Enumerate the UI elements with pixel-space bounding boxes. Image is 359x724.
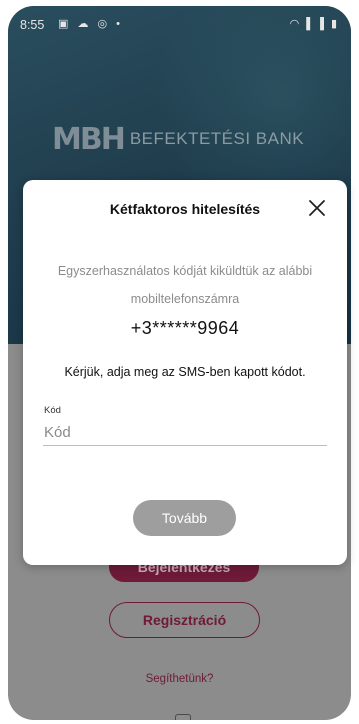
status-bar: 8:55 ▣ ☁ ◎ • ◠ ▌▐ ▮ (8, 6, 351, 40)
two-factor-dialog: Kétfaktoros hitelesítés Egyszerhasználat… (23, 180, 347, 565)
info-text-line-1: Egyszerhasználatos kódját kiküldtük az a… (57, 264, 313, 278)
help-link[interactable]: Segíthetünk? (8, 673, 351, 685)
close-icon (309, 200, 325, 216)
brand-mark: MBH (52, 121, 126, 157)
instruction-text: Kérjük, adja meg az SMS-ben kapott kódot… (64, 365, 306, 379)
code-field-label: Kód (44, 405, 61, 416)
signal-battery-icons: ◠ ▌▐ ▮ (289, 18, 339, 30)
next-button[interactable]: Tovább (133, 500, 236, 536)
close-button[interactable] (306, 197, 328, 219)
masked-phone-number: +3******9964 (130, 318, 240, 338)
brand-name: BEFEKTETÉSI BANK (129, 129, 305, 148)
chat-icon[interactable] (175, 714, 191, 720)
status-time: 8:55 (20, 18, 45, 32)
brand-logo: MBH BEFEKTETÉSI BANK (52, 121, 305, 157)
dialog-title: Kétfaktoros hitelesítés (109, 201, 261, 217)
register-button[interactable]: Regisztráció (109, 602, 260, 638)
info-text-line-2: mobiltelefonszámra (130, 292, 240, 306)
notification-icons: ▣ ☁ ◎ • (58, 18, 124, 30)
code-input[interactable] (43, 420, 327, 446)
